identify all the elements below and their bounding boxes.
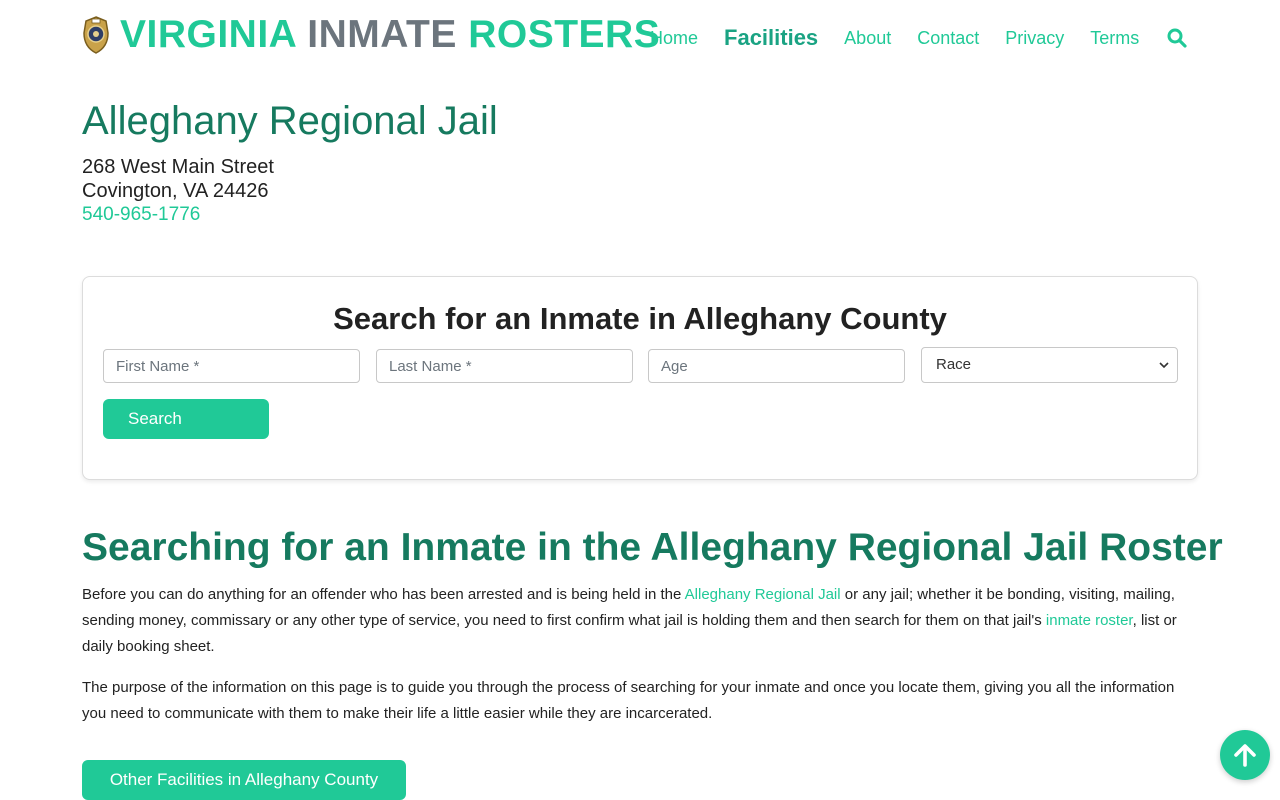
- race-select-value: Race: [936, 356, 972, 373]
- search-card-title: Search for an Inmate in Alleghany County: [333, 301, 947, 336]
- arrow-up-icon: [1234, 744, 1256, 767]
- brand-word-1: VIRGINIA: [120, 13, 296, 56]
- race-select[interactable]: Race: [921, 347, 1178, 383]
- sheriff-badge-icon: [83, 16, 109, 54]
- scroll-to-top-button[interactable]: [1220, 730, 1270, 780]
- inmate-roster-link[interactable]: inmate roster: [1046, 612, 1133, 629]
- brand-name: VIRGINIA INMATE ROSTERS: [120, 13, 660, 57]
- main-nav: Home Facilities About Contact Privacy Te…: [650, 16, 1187, 60]
- age-input[interactable]: [648, 349, 905, 383]
- last-name-input[interactable]: [376, 349, 633, 383]
- search-button[interactable]: Search: [103, 399, 269, 439]
- brand-word-3: ROSTERS: [468, 13, 661, 56]
- jail-link[interactable]: Alleghany Regional Jail: [685, 586, 841, 603]
- site-header: VIRGINIA INMATE ROSTERS Home Facilities …: [82, 10, 1198, 60]
- nav-facilities[interactable]: Facilities: [724, 16, 818, 60]
- chevron-down-icon: [1159, 362, 1169, 369]
- p1-text-a: Before you can do anything for an offend…: [82, 586, 685, 603]
- nav-terms[interactable]: Terms: [1090, 16, 1139, 60]
- first-name-input[interactable]: [103, 349, 360, 383]
- brand-word-2: INMATE: [307, 13, 457, 56]
- facility-title: Alleghany Regional Jail: [82, 99, 498, 143]
- other-facilities-button[interactable]: Other Facilities in Alleghany County: [82, 760, 406, 800]
- facility-address-line1: 268 West Main Street: [82, 156, 274, 178]
- site-logo[interactable]: VIRGINIA INMATE ROSTERS: [82, 13, 660, 57]
- article-paragraph-2: The purpose of the information on this p…: [82, 679, 1175, 722]
- nav-home[interactable]: Home: [650, 16, 698, 60]
- article-heading: Searching for an Inmate in the Alleghany…: [82, 526, 1223, 569]
- nav-about[interactable]: About: [844, 16, 891, 60]
- nav-privacy[interactable]: Privacy: [1005, 16, 1064, 60]
- nav-contact[interactable]: Contact: [917, 16, 979, 60]
- inmate-search-card: Search for an Inmate in Alleghany County…: [82, 276, 1198, 480]
- article-paragraph-1: Before you can do anything for an offend…: [82, 582, 1198, 660]
- search-icon[interactable]: [1167, 28, 1187, 48]
- facility-address-line2: Covington, VA 24426: [82, 180, 269, 202]
- facility-phone-link[interactable]: 540-965-1776: [82, 203, 200, 227]
